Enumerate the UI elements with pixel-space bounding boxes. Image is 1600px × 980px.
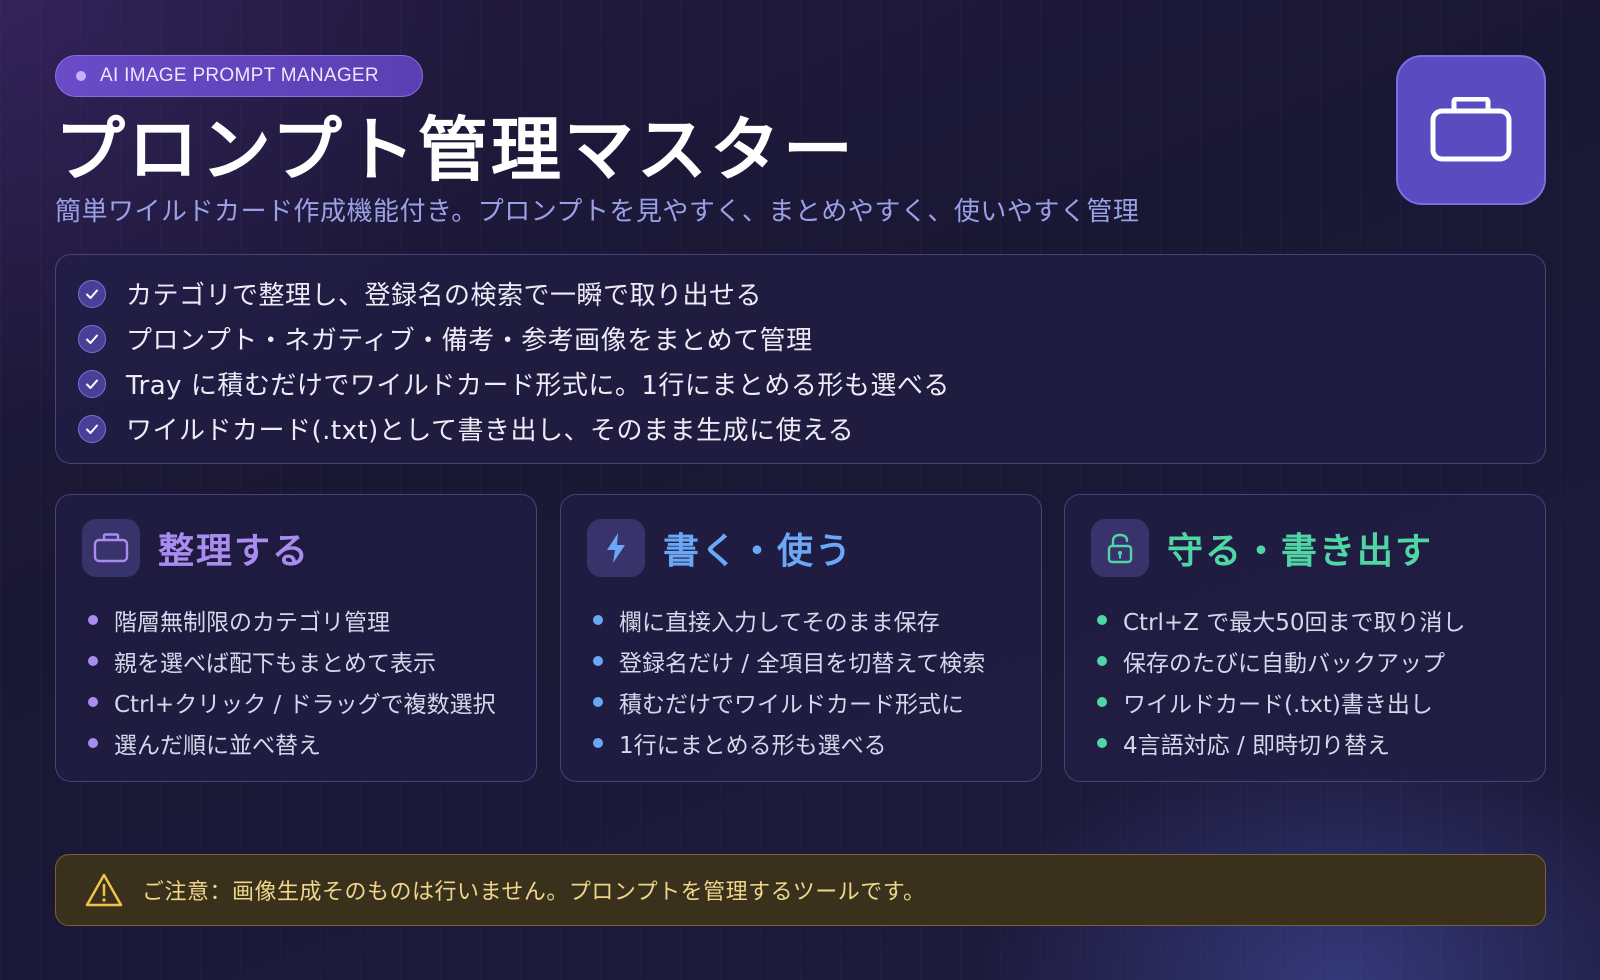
feature-text: ワイルドカード(.txt)として書き出し、そのまま生成に使える [126,416,855,446]
bullet [1097,614,1107,625]
card-title: 守る・書き出す [1167,531,1434,572]
bullet [1097,696,1107,707]
app-icon [1396,55,1546,205]
bullet [593,614,603,625]
feature-text: カテゴリで整理し、登録名の検索で一瞬で取り出せる [126,281,763,311]
card-feature-list: Ctrl+Z で最大50回まで取り消し 保存のたびに自動バックアップ ワイルドカ… [1097,599,1466,763]
badge-label: AI IMAGE PROMPT MANAGER [100,65,379,86]
notice-text: ご注意：画像生成そのものは行いません。プロンプトを管理するツールです。 [142,880,926,905]
card-protect-export: 守る・書き出す Ctrl+Z で最大50回まで取り消し 保存のたびに自動バックア… [1064,494,1546,782]
check-icon [78,279,106,308]
card-feature-list: 欄に直接入力してそのまま保存 登録名だけ / 全項目を切替えて検索 積むだけでワ… [593,599,985,763]
list-item: 積むだけでワイルドカード形式に [593,681,985,722]
bullet [593,696,603,707]
page-subtitle: 簡単ワイルドカード作成機能付き。プロンプトを見やすく、まとめやすく、使いやすく管… [55,197,1140,227]
folder-icon [93,533,129,563]
list-item: 4言語対応 / 即時切り替え [1097,722,1466,763]
bullet [1097,655,1107,666]
card-feature-list: 階層無制限のカテゴリ管理 親を選べば配下もまとめて表示 Ctrl+クリック / … [88,599,496,763]
folder-icon [1430,97,1512,162]
list-item-text: Ctrl+Z で最大50回まで取り消し [1123,609,1466,636]
card-header: 整理する [82,519,310,577]
check-icon [78,369,106,398]
lightning-icon [607,533,625,563]
card-header: 書く・使う [587,519,853,577]
list-item-text: 階層無制限のカテゴリ管理 [114,609,390,636]
list-item-text: 登録名だけ / 全項目を切替えて検索 [619,650,986,677]
list-item: 保存のたびに自動バックアップ [1097,640,1466,681]
list-item: 欄に直接入力してそのまま保存 [593,599,985,640]
list-item: 1行にまとめる形も選べる [593,722,985,763]
feature-list: カテゴリで整理し、登録名の検索で一瞬で取り出せる プロンプト・ネガティブ・備考・… [55,254,1546,464]
feature-item: カテゴリで整理し、登録名の検索で一瞬で取り出せる [78,271,1545,316]
list-item-text: 欄に直接入力してそのまま保存 [619,609,940,636]
list-item: Ctrl+Z で最大50回まで取り消し [1097,599,1466,640]
list-item-text: 親を選べば配下もまとめて表示 [114,650,436,677]
list-item-text: 選んだ順に並べ替え [114,732,321,759]
card-icon-badge [587,519,645,577]
check-icon [78,414,106,443]
card-icon-badge [1091,519,1149,577]
list-item-text: 4言語対応 / 即時切り替え [1123,732,1391,759]
notice-banner: ご注意：画像生成そのものは行いません。プロンプトを管理するツールです。 [55,854,1546,926]
card-write-use: 書く・使う 欄に直接入力してそのまま保存 登録名だけ / 全項目を切替えて検索 … [560,494,1042,782]
page-title: プロンプト管理マスター [55,109,856,191]
check-icon [78,324,106,353]
bullet [593,737,603,748]
list-item-text: Ctrl+クリック / ドラッグで複数選択 [114,691,496,718]
list-item-text: ワイルドカード(.txt)書き出し [1123,691,1433,718]
bullet [593,655,603,666]
bullet [88,737,98,748]
feature-item: ワイルドカード(.txt)として書き出し、そのまま生成に使える [78,406,1545,451]
list-item-text: 積むだけでワイルドカード形式に [619,691,964,718]
bullet [88,696,98,707]
warning-icon [85,873,123,907]
bullet [1097,737,1107,748]
list-item: 親を選べば配下もまとめて表示 [88,640,496,681]
badge-dot [76,71,86,81]
card-title: 整理する [158,531,311,572]
card-header: 守る・書き出す [1091,519,1433,577]
card-title: 書く・使う [663,531,854,572]
bullet [88,655,98,666]
feature-item: プロンプト・ネガティブ・備考・参考画像をまとめて管理 [78,316,1545,361]
list-item-text: 保存のたびに自動バックアップ [1123,650,1445,677]
list-item-text: 1行にまとめる形も選べる [619,732,887,759]
list-item: 登録名だけ / 全項目を切替えて検索 [593,640,985,681]
feature-text: Tray に積むだけでワイルドカード形式に。1行にまとめる形も選べる [126,371,950,401]
feature-item: Tray に積むだけでワイルドカード形式に。1行にまとめる形も選べる [78,361,1545,406]
list-item: Ctrl+クリック / ドラッグで複数選択 [88,681,496,722]
category-badge: AI IMAGE PROMPT MANAGER [55,55,423,97]
feature-text: プロンプト・ネガティブ・備考・参考画像をまとめて管理 [126,326,813,356]
card-organize: 整理する 階層無制限のカテゴリ管理 親を選べば配下もまとめて表示 Ctrl+クリ… [55,494,537,782]
card-icon-badge [82,519,140,577]
list-item: ワイルドカード(.txt)書き出し [1097,681,1466,722]
bullet [88,614,98,625]
list-item: 階層無制限のカテゴリ管理 [88,599,496,640]
lock-icon [1107,533,1133,564]
list-item: 選んだ順に並べ替え [88,722,496,763]
